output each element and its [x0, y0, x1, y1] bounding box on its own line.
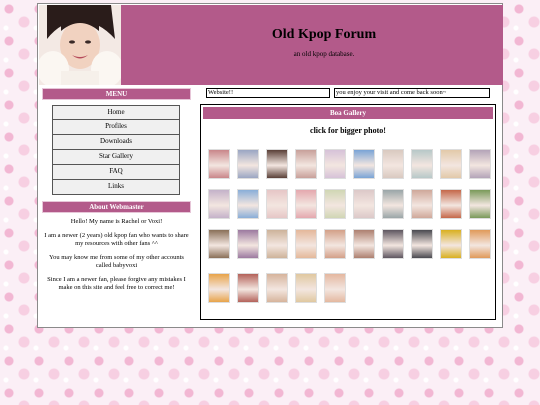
- gallery-thumbnail[interactable]: [295, 229, 317, 259]
- gallery-thumbnail[interactable]: [440, 229, 462, 259]
- header-photo: [39, 5, 121, 85]
- menu-heading: MENU: [42, 88, 191, 100]
- gallery-thumbnail[interactable]: [440, 189, 462, 219]
- about-paragraph-2: I am a newer (2 years) old kpop fan who …: [44, 232, 189, 247]
- gallery-thumbnail[interactable]: [295, 273, 317, 303]
- nav-item-downloads[interactable]: Downloads: [52, 135, 180, 150]
- gallery-thumbnail[interactable]: [266, 229, 288, 259]
- about-text: Hello! My name is Rachel or Voxi! I am a…: [42, 218, 191, 298]
- gallery-thumbnail[interactable]: [266, 149, 288, 179]
- gallery-thumbnail[interactable]: [353, 189, 375, 219]
- nav-item-links[interactable]: Links: [52, 180, 180, 195]
- gallery-thumbnail[interactable]: [382, 149, 404, 179]
- header-banner: Old Kpop Forum an old kpop database.: [39, 5, 503, 85]
- gallery-thumbnail[interactable]: [440, 149, 462, 179]
- nav-item-home[interactable]: Home: [52, 105, 180, 120]
- gallery-thumbnail[interactable]: [295, 149, 317, 179]
- marquee-box-right: you enjoy your visit and come back soon~: [334, 88, 490, 98]
- nav-item-profiles[interactable]: Profiles: [52, 120, 180, 135]
- gallery-thumbnail[interactable]: [324, 229, 346, 259]
- gallery-thumbnail[interactable]: [208, 273, 230, 303]
- gallery-thumbnail[interactable]: [324, 189, 346, 219]
- gallery-heading: Boa Gallery: [203, 107, 493, 119]
- site-title: Old Kpop Forum: [271, 27, 377, 42]
- gallery-thumbnail[interactable]: [266, 273, 288, 303]
- nav-item-star-gallery[interactable]: Star Gallery: [52, 150, 180, 165]
- about-paragraph-3: You may know me from some of my other ac…: [49, 254, 184, 269]
- gallery-thumbnail[interactable]: [324, 149, 346, 179]
- gallery-thumbnail[interactable]: [411, 229, 433, 259]
- gallery-thumbnail[interactable]: [411, 189, 433, 219]
- gallery-thumbnail[interactable]: [382, 229, 404, 259]
- gallery-caption: click for bigger photo!: [310, 126, 386, 135]
- gallery-thumbnail[interactable]: [237, 273, 259, 303]
- gallery-thumbnail[interactable]: [295, 189, 317, 219]
- gallery-thumbnail[interactable]: [411, 149, 433, 179]
- marquee-box-left: Website!!: [206, 88, 330, 98]
- gallery-thumbnail[interactable]: [469, 149, 491, 179]
- gallery-thumbnail[interactable]: [324, 273, 346, 303]
- gallery-thumbnail[interactable]: [382, 189, 404, 219]
- about-paragraph-1: Hello! My name is Rachel or Voxi!: [70, 218, 163, 225]
- about-heading: About Webmaster: [42, 201, 191, 213]
- about-paragraph-4: Since I am a newer fan, please forgive a…: [47, 276, 186, 291]
- gallery-thumbnail[interactable]: [208, 189, 230, 219]
- site-subtitle: an old kpop database.: [293, 50, 355, 58]
- gallery-thumbnail[interactable]: [353, 149, 375, 179]
- gallery-thumbnail[interactable]: [208, 229, 230, 259]
- gallery-thumbnail[interactable]: [353, 229, 375, 259]
- gallery-thumbnail[interactable]: [208, 149, 230, 179]
- gallery-thumbnail[interactable]: [237, 229, 259, 259]
- nav-item-faq[interactable]: FAQ: [52, 165, 180, 180]
- gallery-panel: Boa Gallery click for bigger photo!: [200, 104, 496, 320]
- gallery-thumbnail[interactable]: [237, 189, 259, 219]
- gallery-thumbnail[interactable]: [237, 149, 259, 179]
- page-frame: Old Kpop Forum an old kpop database. MEN…: [37, 3, 503, 328]
- gallery-thumbnail[interactable]: [469, 189, 491, 219]
- gallery-thumbnail[interactable]: [469, 229, 491, 259]
- gallery-thumbnail[interactable]: [266, 189, 288, 219]
- nav-menu: Home Profiles Downloads Star Gallery FAQ…: [52, 105, 180, 195]
